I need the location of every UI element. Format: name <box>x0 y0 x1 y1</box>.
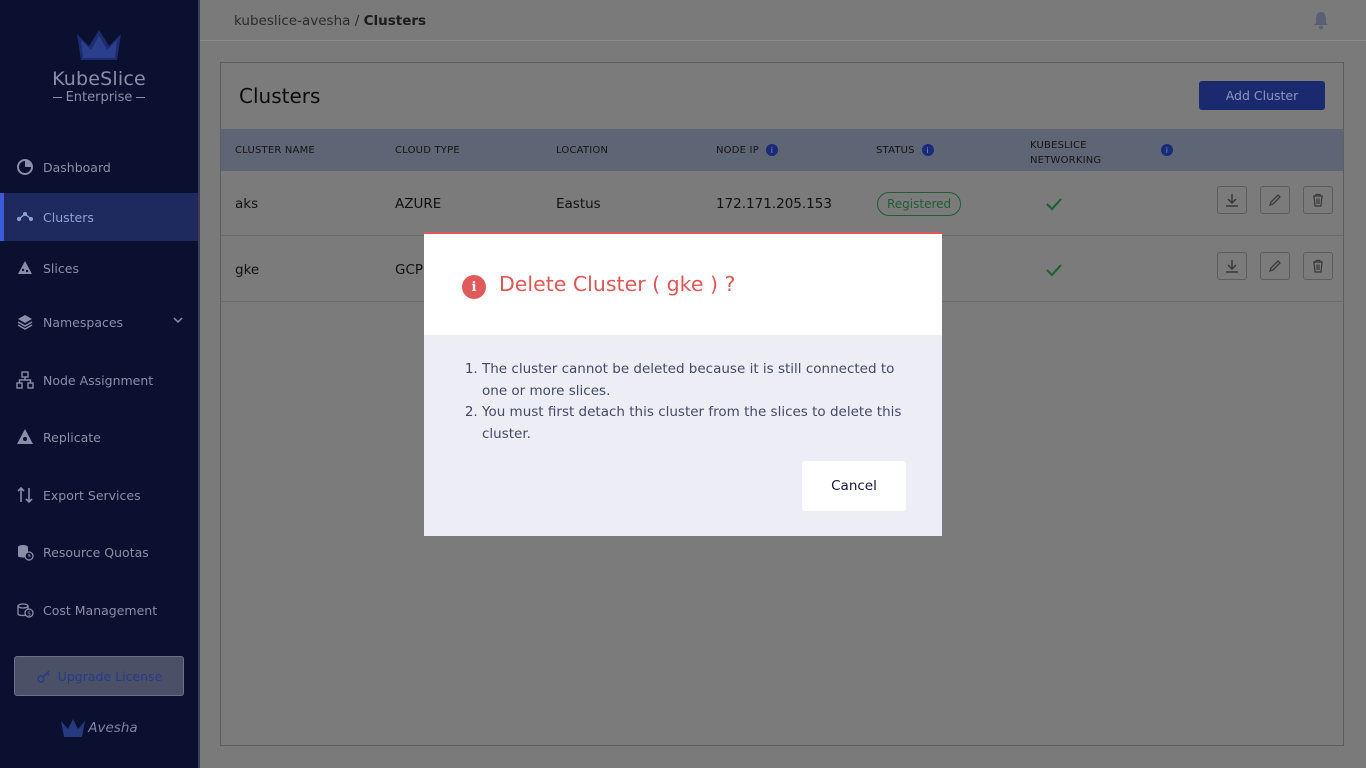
avesha-crown-icon <box>61 719 86 737</box>
sidebar-item-clusters[interactable]: Clusters <box>0 193 198 241</box>
sidebar-item-slices[interactable]: Slices <box>0 244 198 292</box>
column-networking-info: i <box>1154 129 1173 171</box>
cancel-button[interactable]: Cancel <box>802 461 906 511</box>
alert-icon: i <box>462 275 486 299</box>
dialog-title: Delete Cluster ( gke ) ? <box>499 272 736 296</box>
dialog-header: i Delete Cluster ( gke ) ? <box>424 234 942 335</box>
bell-icon[interactable] <box>1312 10 1330 30</box>
sidebar-item-label: Export Services <box>43 487 141 503</box>
edit-button[interactable] <box>1260 252 1290 280</box>
avesha-logo: Avesha <box>0 718 198 738</box>
sidebar-item-cost-management[interactable]: $ Cost Management <box>0 586 198 634</box>
table-row[interactable]: aks AZURE Eastus 172.171.205.153 Registe… <box>221 171 1343 236</box>
info-icon[interactable]: i <box>765 144 778 156</box>
delete-button[interactable] <box>1303 252 1333 280</box>
breadcrumb-current: Clusters <box>363 13 427 29</box>
clusters-icon <box>16 208 34 226</box>
avesha-brand: Avesha <box>88 720 138 736</box>
sidebar-item-replicate[interactable]: Replicate <box>0 413 198 461</box>
brand-sub: Enterprise <box>65 90 133 105</box>
database-clock-icon <box>16 543 34 561</box>
sidebar-item-node-assignment[interactable]: Node Assignment <box>0 356 198 404</box>
cell-cluster-name: aks <box>235 195 259 212</box>
sidebar-item-resource-quotas[interactable]: Resource Quotas <box>0 528 198 576</box>
table-header: CLUSTER NAME CLOUD TYPE LOCATION NODE IP… <box>221 129 1343 171</box>
sidebar-item-label: Node Assignment <box>43 372 154 388</box>
breadcrumb-separator: / <box>354 13 360 29</box>
cell-networking <box>1045 171 1063 236</box>
add-cluster-button[interactable]: Add Cluster <box>1199 81 1325 110</box>
info-icon[interactable]: i <box>1161 144 1173 156</box>
cell-node-ip: 172.171.205.153 <box>716 195 832 212</box>
pie-chart-icon <box>16 158 34 176</box>
sidebar-item-label: Replicate <box>43 429 101 445</box>
upgrade-license-button[interactable]: Upgrade License <box>14 656 184 696</box>
trash-icon <box>1313 259 1323 273</box>
cell-cloud-type: AZURE <box>395 195 442 212</box>
sidebar-item-label: Dashboard <box>43 159 111 175</box>
sidebar-item-label: Slices <box>43 260 79 276</box>
info-icon[interactable]: i <box>921 144 934 156</box>
arrows-updown-icon <box>16 486 34 504</box>
sidebar-item-export-services[interactable]: Export Services <box>0 471 198 519</box>
delete-button[interactable] <box>1303 186 1333 214</box>
key-icon <box>36 670 50 683</box>
edit-button[interactable] <box>1260 186 1290 214</box>
sidebar: KubeSlice Enterprise Dashboard Clusters … <box>0 0 200 768</box>
layers-icon <box>16 313 34 331</box>
delete-cluster-dialog: i Delete Cluster ( gke ) ? The cluster c… <box>424 232 942 536</box>
column-cluster-name: CLUSTER NAME <box>235 144 315 156</box>
crown-logo-icon <box>77 30 121 60</box>
column-location: LOCATION <box>556 144 609 156</box>
sidebar-item-namespaces[interactable]: Namespaces <box>0 298 198 346</box>
slices-icon <box>16 259 34 277</box>
trash-icon <box>1313 193 1323 207</box>
breadcrumb-parent[interactable]: kubeslice-avesha <box>234 13 350 29</box>
svg-text:$: $ <box>27 611 31 618</box>
column-networking-line2: NETWORKING <box>1030 155 1102 166</box>
sidebar-item-label: Resource Quotas <box>43 544 149 560</box>
sidebar-item-label: Clusters <box>43 209 94 225</box>
breadcrumb: kubeslice-avesha / Clusters <box>234 13 426 29</box>
dialog-body: The cluster cannot be deleted because it… <box>468 359 918 445</box>
download-icon <box>1226 260 1238 273</box>
dialog-message: You must first detach this cluster from … <box>482 402 918 445</box>
cell-cluster-name: gke <box>235 261 260 278</box>
column-networking-line1: KUBESLICE <box>1030 140 1087 151</box>
check-icon <box>1046 263 1062 276</box>
cell-networking <box>1045 237 1063 302</box>
column-node-ip-label: NODE IP <box>716 144 759 156</box>
cell-status: Registered <box>877 171 962 236</box>
cell-location: Eastus <box>556 195 601 212</box>
top-bar: kubeslice-avesha / Clusters <box>200 0 1366 41</box>
status-badge: Registered <box>877 191 962 216</box>
download-button[interactable] <box>1217 186 1247 214</box>
column-status: STATUS i <box>876 129 934 171</box>
cell-cloud-type: GCP <box>395 261 424 278</box>
column-node-ip: NODE IP i <box>716 129 778 171</box>
cost-icon: $ <box>16 601 34 619</box>
column-kubeslice-networking: KUBESLICE NETWORKING <box>1030 129 1101 171</box>
column-status-label: STATUS <box>876 144 915 156</box>
column-cloud-type: CLOUD TYPE <box>395 144 460 156</box>
sidebar-item-dashboard[interactable]: Dashboard <box>0 143 198 191</box>
sidebar-item-label: Namespaces <box>43 314 124 330</box>
hierarchy-icon <box>16 371 34 389</box>
pencil-icon <box>1268 194 1281 207</box>
brand-name: KubeSlice <box>52 68 146 90</box>
pencil-icon <box>1268 260 1281 273</box>
sidebar-item-label: Cost Management <box>43 602 158 618</box>
check-icon <box>1046 197 1062 210</box>
dialog-message: The cluster cannot be deleted because it… <box>482 359 918 402</box>
brand-logo[interactable]: KubeSlice Enterprise <box>0 28 198 105</box>
page-title: Clusters <box>239 84 321 108</box>
chevron-down-icon[interactable] <box>172 314 184 326</box>
upgrade-license-label: Upgrade License <box>57 668 163 684</box>
download-icon <box>1226 194 1238 207</box>
replicate-icon <box>16 428 34 446</box>
download-button[interactable] <box>1217 252 1247 280</box>
